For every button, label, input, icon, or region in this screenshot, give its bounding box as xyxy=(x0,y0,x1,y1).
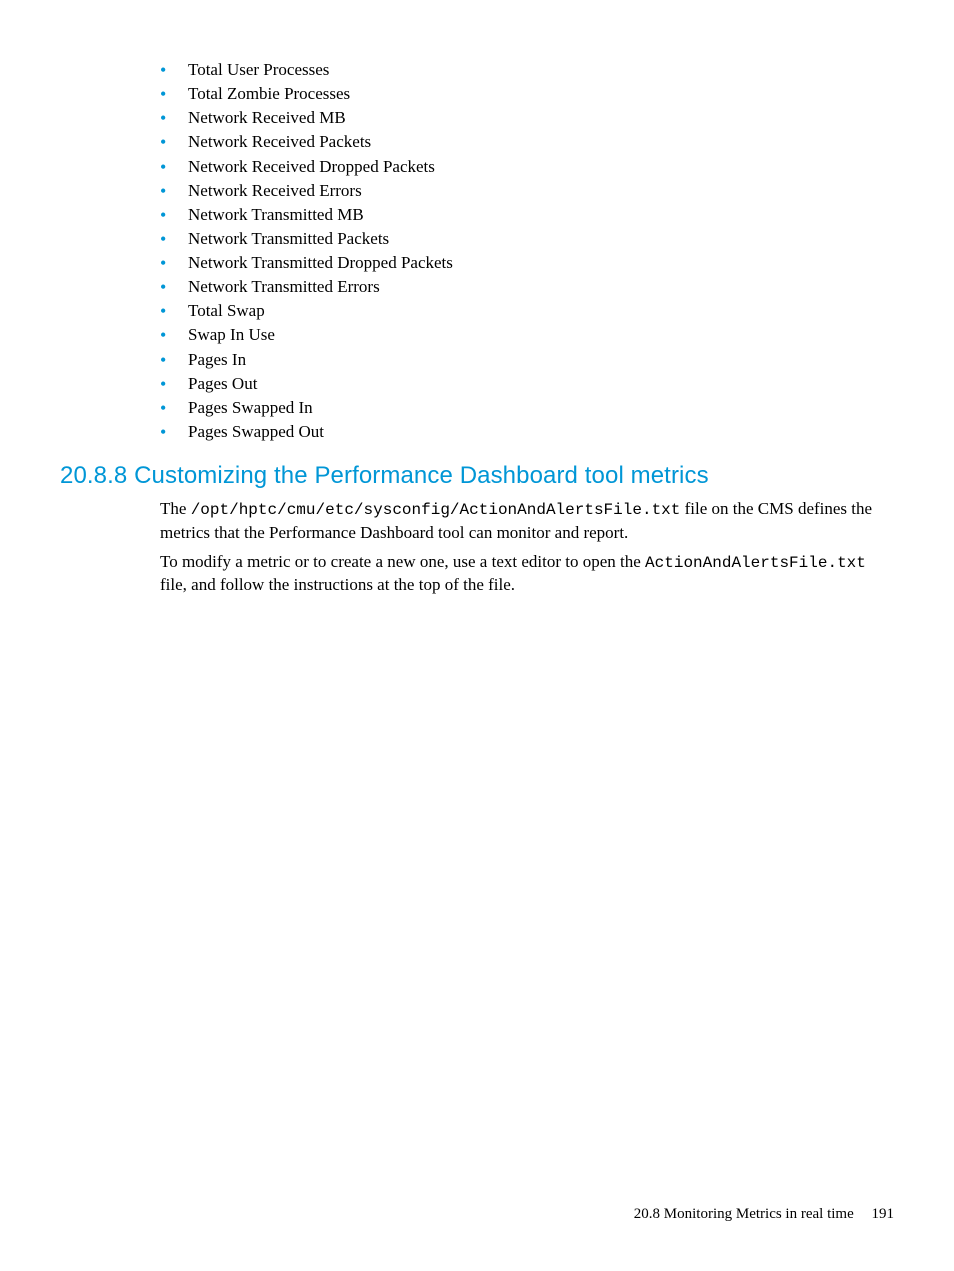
list-item-text: Network Transmitted MB xyxy=(188,205,364,224)
list-item-text: Total Swap xyxy=(188,301,265,320)
section-heading: 20.8.8 Customizing the Performance Dashb… xyxy=(60,462,894,490)
text-run: file, and follow the instructions at the… xyxy=(160,575,515,594)
paragraph: The /opt/hptc/cmu/etc/sysconfig/ActionAn… xyxy=(160,498,894,545)
page-number: 191 xyxy=(872,1206,895,1222)
list-item-text: Total Zombie Processes xyxy=(188,84,350,103)
code-path: /opt/hptc/cmu/etc/sysconfig/ActionAndAle… xyxy=(191,501,681,519)
list-item: Network Received Errors xyxy=(160,179,894,203)
paragraph: To modify a metric or to create a new on… xyxy=(160,551,894,598)
list-item-text: Network Transmitted Dropped Packets xyxy=(188,253,453,272)
list-item: Network Transmitted Errors xyxy=(160,275,894,299)
list-item: Network Received Dropped Packets xyxy=(160,155,894,179)
list-item-text: Network Received Dropped Packets xyxy=(188,157,435,176)
list-item-text: Network Received Errors xyxy=(188,181,362,200)
list-item: Pages Swapped In xyxy=(160,396,894,420)
list-item: Total Zombie Processes xyxy=(160,82,894,106)
list-item: Total User Processes xyxy=(160,58,894,82)
text-run: To modify a metric or to create a new on… xyxy=(160,552,645,571)
list-item: Network Transmitted Packets xyxy=(160,227,894,251)
list-item-text: Network Transmitted Packets xyxy=(188,229,389,248)
list-item: Total Swap xyxy=(160,299,894,323)
list-item: Swap In Use xyxy=(160,323,894,347)
list-item-text: Total User Processes xyxy=(188,60,329,79)
document-page: Total User Processes Total Zombie Proces… xyxy=(0,0,954,597)
list-item: Network Received MB xyxy=(160,106,894,130)
list-item-text: Pages Swapped In xyxy=(188,398,313,417)
list-item-text: Network Transmitted Errors xyxy=(188,277,380,296)
list-item-text: Network Received MB xyxy=(188,108,346,127)
list-item-text: Pages In xyxy=(188,350,246,369)
list-item-text: Swap In Use xyxy=(188,325,275,344)
list-item: Pages Out xyxy=(160,372,894,396)
page-footer: 20.8 Monitoring Metrics in real time 191 xyxy=(634,1206,894,1223)
list-item: Network Transmitted MB xyxy=(160,203,894,227)
list-item-text: Network Received Packets xyxy=(188,132,371,151)
list-item: Network Transmitted Dropped Packets xyxy=(160,251,894,275)
list-item: Network Received Packets xyxy=(160,130,894,154)
list-item: Pages Swapped Out xyxy=(160,420,894,444)
metrics-bullet-list: Total User Processes Total Zombie Proces… xyxy=(60,58,894,444)
code-filename: ActionAndAlertsFile.txt xyxy=(645,554,866,572)
list-item-text: Pages Out xyxy=(188,374,257,393)
list-item-text: Pages Swapped Out xyxy=(188,422,324,441)
list-item: Pages In xyxy=(160,348,894,372)
footer-section-label: 20.8 Monitoring Metrics in real time xyxy=(634,1206,854,1222)
text-run: The xyxy=(160,499,191,518)
